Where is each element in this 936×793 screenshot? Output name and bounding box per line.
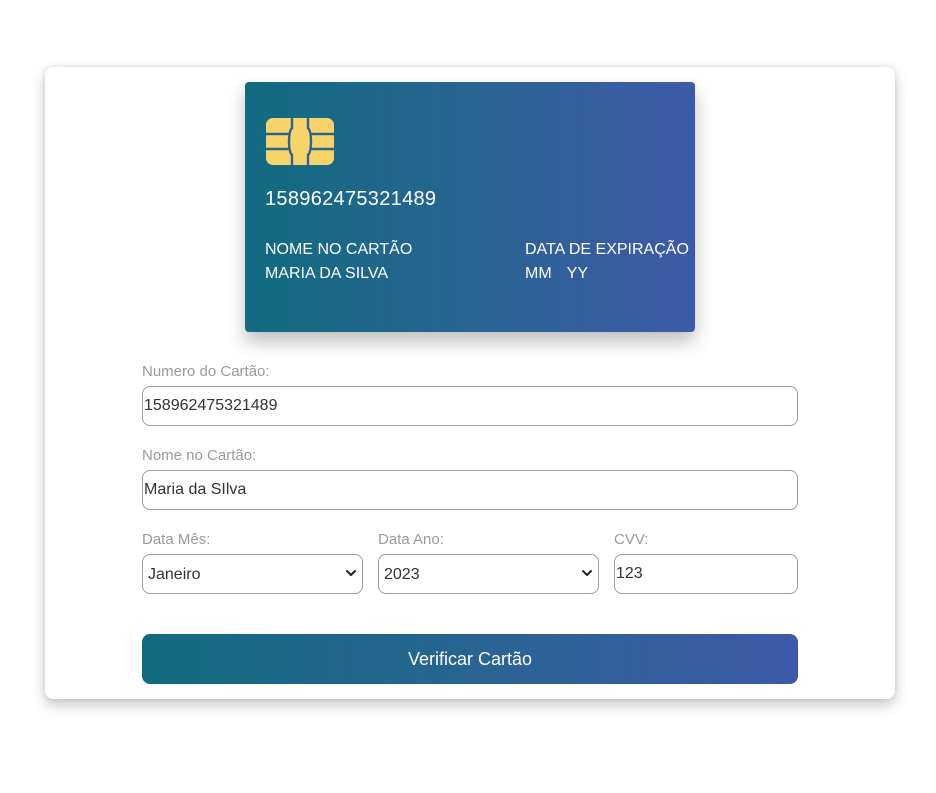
card-expiry-month: MM bbox=[525, 265, 552, 282]
card-number-input[interactable] bbox=[142, 386, 798, 426]
card-name-label: Nome no Cartão: bbox=[142, 447, 257, 464]
card-name-display: MARIA DA SILVA bbox=[265, 265, 389, 282]
card-expiry-title: DATA DE EXPIRAÇÃO bbox=[525, 241, 689, 258]
year-label: Data Ano: bbox=[378, 531, 444, 548]
card-form-panel: 158962475321489 NOME NO CARTÃO MARIA DA … bbox=[45, 67, 895, 699]
card-number-label: Numero do Cartão: bbox=[142, 363, 270, 380]
year-select-wrapper: 2023 bbox=[378, 554, 599, 594]
card-number-display: 158962475321489 bbox=[265, 188, 437, 210]
card-name-input[interactable] bbox=[142, 470, 798, 510]
cvv-label: CVV: bbox=[614, 531, 649, 548]
month-select[interactable]: Janeiro bbox=[142, 554, 363, 594]
month-label: Data Mês: bbox=[142, 531, 211, 548]
chip-icon bbox=[266, 118, 334, 165]
year-select[interactable]: 2023 bbox=[378, 554, 599, 594]
verify-card-button[interactable]: Verificar Cartão bbox=[142, 634, 798, 684]
card-expiry-display: MM YY bbox=[525, 265, 588, 283]
card-expiry-year: YY bbox=[566, 265, 588, 282]
credit-card-preview: 158962475321489 NOME NO CARTÃO MARIA DA … bbox=[245, 82, 695, 332]
card-name-title: NOME NO CARTÃO bbox=[265, 241, 413, 258]
month-select-wrapper: Janeiro bbox=[142, 554, 363, 594]
cvv-input[interactable] bbox=[614, 554, 798, 594]
